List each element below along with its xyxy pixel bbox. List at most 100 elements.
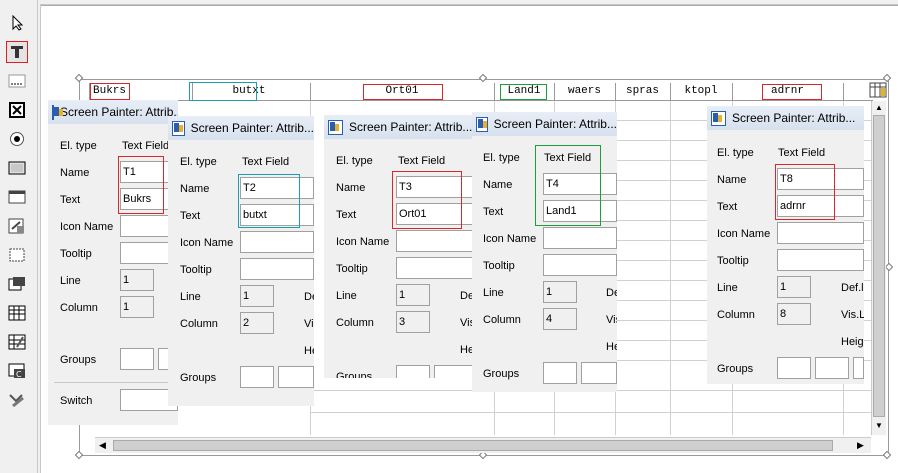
attributes-window-t3[interactable]: Screen Painter: Attrib... El. type Text …	[324, 115, 474, 378]
icon-name-field[interactable]	[396, 230, 474, 252]
groups-field[interactable]	[396, 365, 430, 378]
scroll-thumb[interactable]	[113, 440, 833, 451]
selection-highlight	[762, 84, 822, 100]
text-field-icon[interactable]	[6, 41, 28, 63]
checkbox-icon[interactable]	[6, 99, 28, 121]
tabstrip-wizard-icon[interactable]	[6, 389, 28, 411]
tooltip-label: Tooltip	[717, 255, 749, 267]
window-title-bar[interactable]: Screen Painter: Attrib...	[324, 115, 474, 139]
selection-highlight	[189, 82, 257, 101]
tooltip-field[interactable]	[396, 257, 474, 279]
name-label: Name	[336, 182, 366, 194]
svg-text:C: C	[16, 370, 22, 379]
selection-highlight	[535, 145, 601, 226]
groups-field[interactable]	[434, 365, 474, 378]
vertical-scrollbar[interactable]: ▲ ▼	[871, 101, 886, 435]
window-title-bar[interactable]: Screen Painter: Attrib...	[48, 100, 178, 124]
icon-name-field[interactable]	[240, 231, 314, 253]
groups-field[interactable]	[777, 357, 811, 379]
scroll-thumb[interactable]	[873, 115, 885, 417]
window-title: Screen Painter: Attrib...	[190, 121, 314, 135]
radio-button-icon[interactable]	[6, 128, 28, 150]
attributes-window-t8[interactable]: Screen Painter: Attrib... El. type Text …	[707, 106, 864, 384]
scroll-right-icon[interactable]: ▶	[857, 440, 864, 451]
groups-label: Groups	[60, 354, 97, 366]
def-label: Def.l	[841, 282, 864, 294]
tooltip-field[interactable]	[543, 254, 617, 276]
column-label: Column	[60, 302, 98, 314]
groups-field[interactable]	[278, 366, 314, 388]
groups-field[interactable]	[815, 357, 849, 379]
horizontal-scrollbar[interactable]: ◀ ▶	[95, 437, 871, 453]
column-header[interactable]: ktopl	[670, 83, 733, 101]
height-label: Heig	[841, 336, 864, 348]
column-label: Column	[483, 314, 521, 326]
attributes-window-t4[interactable]: Screen Painter: Attrib... El. type Text …	[472, 112, 617, 392]
table-wizard-icon[interactable]	[6, 302, 28, 324]
pushbutton-icon[interactable]	[6, 157, 28, 179]
line-label: Line	[717, 282, 738, 294]
window-icon	[172, 120, 185, 136]
table-control-icon[interactable]	[6, 273, 28, 295]
column-label: Column	[717, 309, 755, 321]
column-field: 1	[120, 296, 154, 318]
icon-name-field[interactable]	[777, 222, 864, 244]
subscreen-icon[interactable]	[6, 215, 28, 237]
scroll-down-icon[interactable]: ▼	[875, 421, 883, 430]
el-type-label: El. type	[60, 140, 97, 152]
attributes-window-t1[interactable]: Screen Painter: Attrib... El. type Text …	[48, 100, 178, 425]
status-icon[interactable]: C	[6, 360, 28, 382]
column-header[interactable]: spras	[615, 83, 671, 101]
window-icon	[711, 110, 726, 126]
vis-label: Vis	[606, 314, 617, 326]
icon-name-field[interactable]	[543, 227, 617, 249]
name-label: Name	[483, 179, 513, 191]
window-icon	[328, 119, 343, 135]
groups-label: Groups	[717, 363, 754, 375]
table-settings-icon[interactable]	[869, 82, 887, 98]
line-label: Line	[180, 291, 201, 303]
icon-name-label: Icon Name	[336, 236, 390, 248]
height-label: He	[606, 341, 617, 353]
screen-painter-toolbar: C	[0, 0, 38, 473]
scroll-left-icon[interactable]: ◀	[99, 440, 106, 451]
def-label: De	[304, 291, 314, 303]
window-title-bar[interactable]: Screen Painter: Attrib...	[472, 112, 617, 136]
attributes-window-t2[interactable]: Screen Painter: Attrib... El. type Text …	[168, 116, 314, 406]
el-type-label: El. type	[717, 147, 754, 159]
icon-name-label: Icon Name	[60, 221, 114, 233]
groups-field[interactable]	[543, 362, 577, 384]
box-icon[interactable]	[6, 186, 28, 208]
tooltip-field[interactable]	[240, 258, 314, 280]
text-label: Text	[336, 209, 357, 221]
column-field: 4	[543, 308, 577, 330]
line-label: Line	[483, 287, 504, 299]
tooltip-label: Tooltip	[483, 260, 515, 272]
name-label: Name	[717, 174, 747, 186]
tooltip-label: Tooltip	[180, 264, 212, 276]
groups-field[interactable]	[240, 366, 274, 388]
input-field-icon[interactable]	[6, 70, 28, 92]
groups-field[interactable]	[120, 348, 154, 370]
line-field: 1	[543, 281, 577, 303]
column-header[interactable]: waers	[554, 83, 616, 101]
window-title: Screen Painter: Attrib...	[732, 111, 856, 125]
el-type-value: Text Field	[242, 156, 290, 168]
custom-control-icon[interactable]	[6, 331, 28, 353]
groups-field[interactable]	[853, 357, 864, 379]
window-title-bar[interactable]: Screen Painter: Attrib...	[707, 106, 864, 130]
scroll-up-icon[interactable]: ▲	[875, 103, 883, 112]
pointer-icon[interactable]	[6, 12, 28, 34]
tabstrip-icon[interactable]	[6, 244, 28, 266]
selection-highlight	[238, 174, 300, 228]
tooltip-field[interactable]	[777, 249, 864, 271]
line-field: 1	[240, 285, 274, 307]
window-title-bar[interactable]: Screen Painter: Attrib...	[168, 116, 314, 140]
groups-label: Groups	[483, 368, 520, 380]
groups-field[interactable]	[581, 362, 617, 384]
line-field: 1	[396, 284, 430, 306]
name-label: Name	[180, 183, 210, 195]
selection-highlight	[500, 84, 547, 100]
column-label: Column	[336, 317, 374, 329]
line-field: 1	[120, 269, 154, 291]
